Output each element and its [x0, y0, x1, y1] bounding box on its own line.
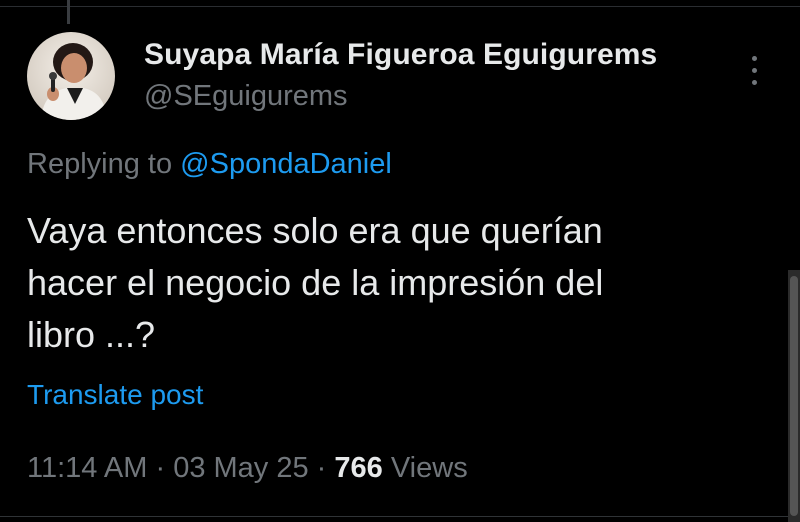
meta-separator: · — [155, 452, 166, 484]
tweet-time[interactable]: 11:14 AM — [27, 452, 147, 484]
scrollbar-thumb[interactable] — [790, 276, 798, 516]
tweet-text-line: hacer el negocio de la impresión del — [27, 262, 604, 303]
avatar[interactable] — [27, 32, 115, 120]
bottom-divider — [0, 516, 800, 517]
more-options-button[interactable] — [738, 50, 772, 90]
reply-context: Replying to @SpondaDaniel — [27, 148, 392, 181]
author-display-name[interactable]: Suyapa María Figueroa Eguigurems — [144, 38, 657, 72]
tweet-meta: 11:14 AM · 03 May 25 · 766 Views — [27, 452, 468, 485]
reply-mention-link[interactable]: @SpondaDaniel — [180, 148, 392, 180]
more-vertical-icon-dot — [752, 80, 757, 85]
tweet-text: Vaya entonces solo era que querían hacer… — [27, 205, 727, 361]
tweet-text-line: libro ...? — [27, 314, 156, 355]
meta-separator: · — [316, 452, 327, 484]
reply-prefix: Replying to — [27, 148, 173, 180]
more-vertical-icon-dot — [752, 68, 757, 73]
views-label: Views — [390, 452, 468, 484]
author-handle[interactable]: @SEguigurems — [144, 80, 348, 113]
top-divider — [0, 0, 800, 7]
more-vertical-icon — [752, 56, 757, 61]
thread-connector-line — [67, 0, 70, 24]
tweet-text-line: Vaya entonces solo era que querían — [27, 210, 603, 251]
views-count: 766 — [334, 452, 383, 484]
tweet-detail-view: Suyapa María Figueroa Eguigurems @SEguig… — [0, 0, 800, 522]
profile-photo-icon — [27, 32, 115, 120]
tweet-date[interactable]: 03 May 25 — [173, 452, 308, 484]
translate-post-link[interactable]: Translate post — [27, 379, 203, 411]
